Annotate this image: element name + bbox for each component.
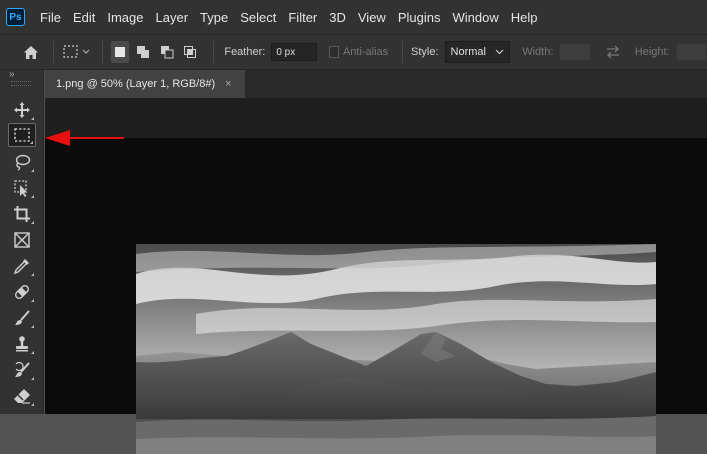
tool-preset-picker[interactable] — [62, 44, 92, 60]
menu-type[interactable]: Type — [194, 10, 234, 25]
object-selection-icon — [14, 180, 28, 197]
marquee-preset-icon — [63, 45, 90, 58]
crop-icon — [14, 206, 30, 222]
feather-label: Feather: — [224, 46, 266, 58]
tool-flyout-indicator — [31, 169, 34, 172]
menu-layer[interactable]: Layer — [150, 10, 195, 25]
menu-plugins[interactable]: Plugins — [392, 10, 447, 25]
tool-flyout-indicator — [31, 377, 34, 380]
options-bar: Feather: 0 px Anti-alias Style: Normal W… — [0, 34, 707, 70]
tool-flyout-indicator — [31, 299, 34, 302]
document-tab-bar: 1.png @ 50% (Layer 1, RGB/8#) × — [45, 70, 707, 98]
add-selection-icon — [137, 46, 150, 58]
bandage-icon — [14, 284, 30, 300]
add-to-selection-button[interactable] — [134, 41, 152, 63]
menu-file[interactable]: File — [34, 10, 67, 25]
frame-icon — [14, 232, 30, 248]
rectangular-marquee-tool[interactable] — [8, 123, 36, 147]
tools-panel: » — [0, 69, 44, 414]
subtract-selection-icon — [160, 46, 174, 59]
menu-window[interactable]: Window — [446, 10, 504, 25]
annotation-arrow-icon — [45, 130, 124, 146]
swap-width-height-icon[interactable] — [605, 45, 621, 59]
new-selection-button[interactable] — [110, 41, 130, 63]
marquee-icon — [14, 128, 30, 142]
lasso-icon — [15, 154, 31, 171]
menu-3d[interactable]: 3D — [323, 10, 352, 25]
intersect-selection-icon — [184, 46, 197, 58]
menu-select[interactable]: Select — [234, 10, 282, 25]
pasteboard[interactable] — [45, 138, 707, 454]
brush-tool[interactable] — [8, 306, 36, 330]
options-divider — [212, 41, 214, 63]
tool-flyout-indicator — [31, 351, 34, 354]
eyedropper-icon — [13, 259, 29, 275]
style-select[interactable]: Normal — [444, 41, 511, 63]
object-selection-tool[interactable] — [8, 176, 36, 200]
eyedropper-tool[interactable] — [8, 254, 36, 278]
menu-bar: Ps File Edit Image Layer Type Select Fil… — [0, 0, 707, 34]
chevron-down-icon — [495, 49, 504, 55]
width-label: Width: — [522, 46, 554, 58]
tool-flyout-indicator — [31, 273, 34, 276]
canvas-workspace[interactable] — [45, 98, 707, 454]
document-image[interactable] — [136, 244, 656, 454]
new-selection-icon — [114, 47, 125, 57]
style-select-value: Normal — [450, 46, 486, 58]
tool-flyout-indicator — [31, 325, 34, 328]
panel-grip[interactable] — [11, 81, 31, 86]
menu-filter[interactable]: Filter — [282, 10, 323, 25]
tool-flyout-indicator — [31, 403, 34, 406]
options-divider — [53, 41, 54, 63]
eraser-tool[interactable] — [8, 384, 36, 408]
options-divider — [101, 41, 103, 63]
eraser-icon — [14, 389, 30, 404]
history-brush-tool[interactable] — [8, 358, 36, 382]
brush-icon — [15, 310, 30, 325]
photoshop-logo-icon: Ps — [6, 8, 25, 26]
clone-stamp-tool[interactable] — [8, 332, 36, 356]
history-brush-icon — [15, 361, 30, 377]
options-divider — [402, 41, 404, 63]
menu-image[interactable]: Image — [101, 10, 149, 25]
crop-tool[interactable] — [8, 202, 36, 226]
anti-alias-label: Anti-alias — [342, 46, 389, 58]
frame-tool[interactable] — [8, 228, 36, 252]
document-tab-title: 1.png @ 50% (Layer 1, RGB/8#) — [56, 78, 216, 90]
width-input[interactable] — [559, 43, 591, 61]
close-tab-icon[interactable]: × — [225, 78, 231, 90]
style-label: Style: — [411, 46, 439, 58]
tool-flyout-indicator — [31, 195, 34, 198]
tool-flyout-indicator — [31, 221, 34, 224]
anti-alias-checkbox[interactable] — [328, 46, 339, 58]
intersect-selection-button[interactable] — [181, 41, 199, 63]
move-icon — [14, 102, 30, 118]
subtract-from-selection-button[interactable] — [158, 41, 176, 63]
height-input[interactable] — [675, 43, 707, 61]
lasso-tool[interactable] — [8, 150, 36, 174]
home-icon[interactable] — [23, 45, 39, 60]
tool-flyout-indicator — [31, 117, 34, 120]
tool-flyout-indicator — [30, 141, 33, 144]
feather-input[interactable]: 0 px — [271, 43, 317, 61]
spot-healing-tool[interactable] — [8, 280, 36, 304]
menu-help[interactable]: Help — [505, 10, 544, 25]
menu-view[interactable]: View — [352, 10, 392, 25]
move-tool[interactable] — [8, 98, 36, 122]
document-tab[interactable]: 1.png @ 50% (Layer 1, RGB/8#) × — [45, 70, 245, 98]
collapse-panel-button[interactable]: » — [9, 69, 14, 80]
stamp-icon — [16, 336, 28, 352]
height-label: Height: — [634, 46, 670, 58]
menu-edit[interactable]: Edit — [67, 10, 101, 25]
